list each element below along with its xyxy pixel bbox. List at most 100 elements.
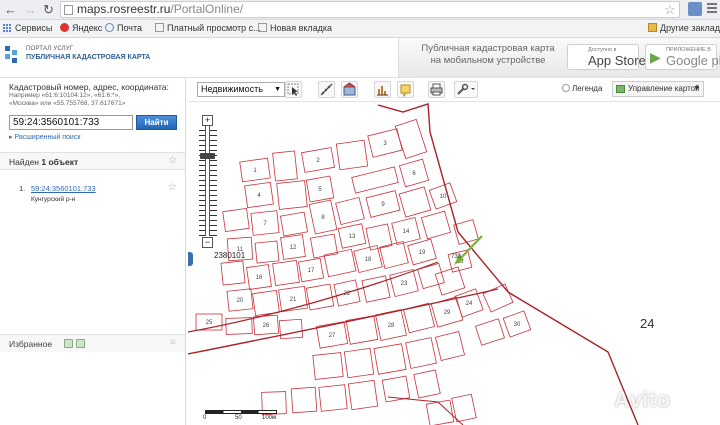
parcel-polygon[interactable] bbox=[252, 289, 280, 317]
parcel-polygon[interactable] bbox=[272, 259, 300, 287]
parcel-polygon[interactable] bbox=[474, 318, 506, 346]
bookmark-paid-view[interactable]: Платный просмотр с... bbox=[155, 22, 261, 35]
favorites-add-icon[interactable] bbox=[64, 339, 73, 348]
parcel-polygon[interactable] bbox=[323, 248, 357, 278]
parcel-polygon[interactable] bbox=[482, 283, 514, 313]
favorite-star-icon[interactable]: ☆ bbox=[168, 182, 177, 193]
parcel-polygon[interactable] bbox=[278, 318, 304, 340]
parcel-polygon[interactable] bbox=[290, 386, 318, 414]
measure-tool-button[interactable] bbox=[318, 81, 335, 98]
parcel-polygon[interactable] bbox=[351, 166, 399, 194]
print-button[interactable] bbox=[428, 81, 445, 98]
parcel-number-label: 20 bbox=[237, 298, 244, 304]
parcel-polygon[interactable] bbox=[222, 207, 250, 233]
logo-title[interactable]: ПУБЛИЧНАЯ КАДАСТРОВАЯ КАРТА bbox=[26, 54, 150, 61]
advanced-search-link[interactable]: ▸ Расширенный поиск bbox=[9, 133, 80, 141]
search-button[interactable]: Найти bbox=[136, 115, 177, 130]
portal-logo-icon[interactable] bbox=[4, 44, 18, 68]
parcel-polygon[interactable] bbox=[272, 150, 298, 182]
parcel-polygon[interactable] bbox=[434, 330, 466, 362]
play-icon: ▶ bbox=[650, 49, 661, 65]
bookmark-yandex[interactable]: Яндекс bbox=[60, 22, 102, 35]
bookmarks-bar: Сервисы Яндекс Почта Платный просмотр с.… bbox=[0, 20, 720, 38]
parcel-polygon[interactable] bbox=[335, 196, 365, 226]
favorite-star-icon[interactable]: ☆ bbox=[168, 155, 177, 166]
apps-icon[interactable] bbox=[3, 24, 12, 33]
mobile-promo-text: Публичная кадастровая карта на мобильном… bbox=[421, 43, 555, 66]
parcel-polygon[interactable] bbox=[402, 302, 436, 334]
bookmark-star-icon[interactable]: ☆ bbox=[664, 2, 676, 18]
panel-collapse-toggle[interactable] bbox=[188, 252, 193, 266]
map-toolbar: Недвижимость ▼ Легенда Управление картой ▼ bbox=[188, 78, 720, 102]
tools-dropdown-button[interactable] bbox=[454, 81, 478, 98]
select-tool-button[interactable] bbox=[285, 81, 302, 98]
zoom-handle[interactable] bbox=[200, 153, 215, 159]
parcel-polygon[interactable] bbox=[434, 266, 466, 296]
parcel-polygon[interactable] bbox=[276, 180, 308, 210]
layers-icon bbox=[616, 85, 625, 93]
parcel-polygon[interactable] bbox=[373, 343, 407, 375]
parcel-polygon[interactable] bbox=[335, 139, 369, 171]
note-tool-button[interactable] bbox=[397, 81, 414, 98]
reload-icon[interactable]: ↻ bbox=[43, 2, 54, 18]
bookmark-services[interactable]: Сервисы bbox=[15, 22, 52, 35]
parcel-polygon[interactable] bbox=[413, 369, 441, 399]
parcel-polygon[interactable] bbox=[379, 240, 409, 270]
googleplay-button[interactable]: ▶ ПРИЛОЖЕНИЕ В Google play bbox=[645, 44, 720, 70]
parcel-polygon[interactable] bbox=[279, 211, 309, 237]
parcel-polygon[interactable] bbox=[365, 223, 393, 251]
scale-label: 100м bbox=[262, 415, 277, 421]
appstore-button[interactable]: Доступно в App Store bbox=[567, 44, 646, 70]
parcel-polygon[interactable] bbox=[361, 275, 391, 303]
parcel-polygon[interactable] bbox=[309, 233, 339, 259]
extension-icon[interactable] bbox=[688, 2, 702, 16]
map-canvas[interactable]: 1234567891011121314151617181920212223242… bbox=[188, 102, 720, 425]
parcel-number-label: 8 bbox=[321, 215, 325, 221]
parcel-polygon[interactable] bbox=[220, 260, 246, 286]
parcel-polygon[interactable] bbox=[312, 352, 344, 380]
building-tool-button[interactable] bbox=[341, 81, 358, 98]
other-bookmarks[interactable]: Другие закладки bbox=[648, 22, 720, 35]
result-cadastral-link[interactable]: 59:24:3560101:733 bbox=[31, 184, 96, 193]
layer-select[interactable]: Недвижимость ▼ bbox=[197, 82, 285, 97]
parcel-polygon[interactable] bbox=[225, 317, 253, 335]
back-icon[interactable]: ← bbox=[4, 2, 17, 17]
zoom-out-button[interactable]: − bbox=[202, 237, 213, 248]
result-district: Кунгурский р-н bbox=[31, 196, 76, 203]
parcel-polygon[interactable] bbox=[343, 347, 375, 379]
address-bar[interactable]: maps.rosreestr.ru/PortalOnline/ bbox=[60, 1, 680, 18]
zoom-in-button[interactable]: + bbox=[202, 115, 213, 126]
browser-menu-icon[interactable] bbox=[707, 3, 717, 15]
parcel-number-label: 24 bbox=[466, 301, 473, 307]
parcel-polygon[interactable] bbox=[420, 210, 452, 240]
chart-tool-button[interactable] bbox=[374, 81, 391, 98]
parcel-number-label: 25 bbox=[206, 320, 213, 326]
zoom-slider[interactable] bbox=[205, 126, 210, 236]
parcel-polygon[interactable] bbox=[318, 384, 348, 412]
parcel-polygon[interactable] bbox=[394, 118, 428, 160]
bookmark-mail[interactable]: Почта bbox=[105, 22, 142, 35]
forward-icon[interactable]: → bbox=[24, 2, 37, 17]
wrench-icon bbox=[457, 83, 475, 95]
parcel-number-label: 19 bbox=[419, 250, 426, 256]
search-hint-example: «Москва» или «55.755768, 37.617671» bbox=[9, 100, 126, 107]
parcel-polygon[interactable] bbox=[417, 262, 445, 290]
parcel-polygon[interactable] bbox=[254, 240, 280, 264]
building-icon bbox=[343, 82, 356, 96]
parcel-number-label: 13 bbox=[349, 234, 356, 240]
map-management-dropdown[interactable]: Управление картой ▼ bbox=[612, 81, 704, 97]
parcels-layer[interactable]: 1234567891011121314151617181920212223242… bbox=[188, 102, 720, 425]
favorites-menu-icon[interactable]: ≡ bbox=[170, 337, 176, 348]
parcel-polygon[interactable] bbox=[345, 315, 379, 345]
search-input[interactable] bbox=[9, 115, 133, 130]
parcel-polygon[interactable] bbox=[305, 283, 335, 311]
bookmark-new-tab[interactable]: Новая вкладка bbox=[258, 22, 332, 35]
favorites-open-icon[interactable] bbox=[76, 339, 85, 348]
parcel-polygon[interactable] bbox=[347, 379, 379, 411]
parcel-polygon[interactable] bbox=[398, 186, 432, 218]
legend-toggle[interactable]: Легенда bbox=[562, 84, 602, 93]
url-host: maps.rosreestr.ru bbox=[77, 2, 171, 16]
parcel-number-label: 12 bbox=[290, 245, 297, 251]
parcel-polygon[interactable] bbox=[405, 337, 437, 369]
mail-icon bbox=[105, 23, 114, 32]
